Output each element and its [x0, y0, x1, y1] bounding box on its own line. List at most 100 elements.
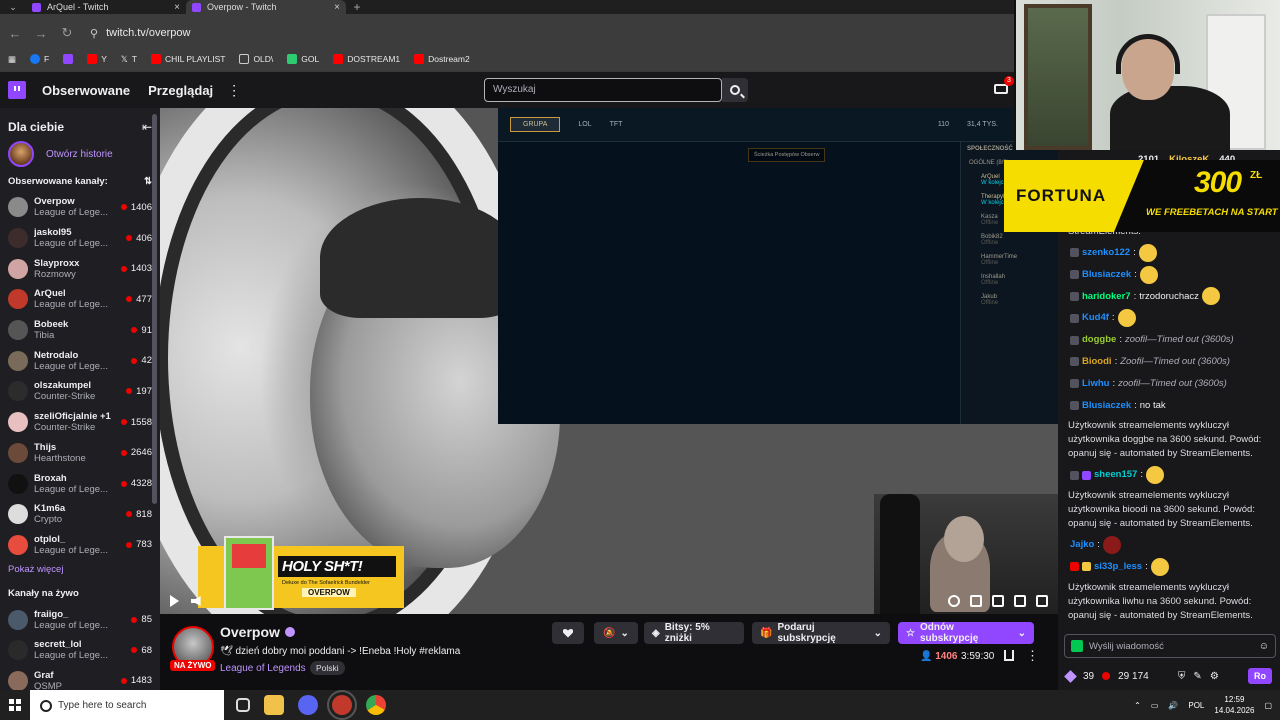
language-tag[interactable]: Polski — [310, 661, 345, 675]
sort-icon[interactable]: ⇅ — [144, 176, 152, 187]
gift-sub-button[interactable]: 🎁 Podaruj subskrypcję ⌄ — [752, 622, 890, 644]
chat-message[interactable]: Kud4f: — [1058, 307, 1280, 329]
emote-picker-icon[interactable]: ☺ — [1259, 641, 1269, 652]
bookmark-chil[interactable]: CHIL PLAYLIST — [150, 54, 225, 64]
share-icon[interactable] — [1004, 650, 1014, 661]
chat-message[interactable]: szenko122: — [1058, 242, 1280, 264]
chat-send-button[interactable]: Ro — [1247, 668, 1272, 684]
twitch-logo-icon[interactable] — [8, 81, 26, 99]
sidebar-channel-item[interactable]: Slayproxx Rozmowy 1403 — [0, 253, 160, 284]
sidebar-channel-item[interactable]: fraiigo_ League of Lege... 85 — [0, 604, 160, 635]
chat-input[interactable]: Wyślij wiadomość ☺ — [1064, 634, 1276, 658]
back-arrow-icon[interactable]: ← — [8, 26, 22, 41]
file-explorer-icon[interactable] — [264, 695, 284, 715]
sidebar-scrollbar[interactable] — [152, 114, 157, 504]
bookmark-t[interactable]: 𝕏T — [121, 54, 137, 65]
channel-points-icon[interactable] — [1064, 669, 1077, 683]
apps-grid-icon[interactable]: ▦ — [8, 54, 16, 65]
sidebar-channel-item[interactable]: K1m6a Crypto 818 — [0, 499, 160, 530]
gear-icon[interactable]: ⚙ — [1210, 671, 1219, 682]
nav-following[interactable]: Obserwowane — [42, 83, 130, 98]
settings-gear-icon[interactable] — [948, 595, 960, 607]
open-history-link[interactable]: Otwórz historie — [46, 149, 113, 160]
chat-message[interactable]: Jajko: — [1058, 534, 1280, 556]
start-button[interactable] — [0, 699, 30, 711]
clock[interactable]: 12:59 14.04.2026 — [1214, 694, 1254, 716]
theatre-mode-icon[interactable] — [970, 595, 982, 607]
search-button[interactable] — [722, 78, 748, 102]
sidebar-channel-item[interactable]: Overpow League of Lege... 1406 — [0, 192, 160, 223]
bookmark-old[interactable]: OLD\ — [239, 54, 273, 64]
chat-message[interactable]: sheen157: — [1058, 464, 1280, 486]
follow-heart-button[interactable] — [552, 622, 584, 644]
forward-arrow-icon[interactable]: → — [34, 26, 48, 41]
chat-username[interactable]: Jajko — [1070, 534, 1094, 556]
sidebar-channel-item[interactable]: ArQuel League of Lege... 477 — [0, 284, 160, 315]
clip-icon[interactable] — [992, 595, 1004, 607]
site-info-icon[interactable]: ⚲ — [90, 27, 98, 40]
obs-icon[interactable] — [327, 690, 357, 720]
sidebar-channel-item[interactable]: Broxah League of Lege... 4328 — [0, 468, 160, 499]
network-icon[interactable]: ▭ — [1151, 701, 1159, 710]
chat-message[interactable]: Bioodi: Zoofil—Timed out (3600s) — [1058, 351, 1280, 373]
bits-button[interactable]: ◈ Bitsy: 5% zniżki — [644, 622, 744, 644]
tab-overpow[interactable]: Overpow - Twitch × — [186, 0, 346, 14]
search-input[interactable]: Wyszukaj — [484, 78, 722, 102]
chat-username[interactable]: sheen157 — [1094, 464, 1137, 486]
shield-icon[interactable]: ⛨ — [1178, 671, 1186, 682]
bookmark-dostream1[interactable]: DOSTREAM1 — [333, 54, 400, 64]
renew-subscription-button[interactable]: ☆ Odnów subskrypcję ⌄ — [898, 622, 1034, 644]
chat-username[interactable]: Blusiaczek — [1082, 264, 1131, 286]
chat-username[interactable]: Kud4f — [1082, 307, 1109, 329]
bookmark-dostream2[interactable]: Dostream2 — [414, 54, 470, 64]
volume-icon[interactable] — [191, 596, 201, 606]
show-more-link[interactable]: Pokaż więcej — [0, 560, 160, 582]
chat-message[interactable]: doggbe: zoofil—Timed out (3600s) — [1058, 329, 1280, 351]
tray-chevron-icon[interactable]: ⌃ — [1134, 701, 1141, 710]
notifications-icon[interactable]: ▢ — [1264, 701, 1272, 710]
channel-name[interactable]: Overpow — [220, 624, 280, 640]
url-field[interactable]: ⚲ twitch.tv/overpow — [90, 27, 190, 40]
more-vertical-icon[interactable]: ⋮ — [227, 82, 241, 99]
play-icon[interactable] — [170, 595, 179, 607]
tab-close-icon[interactable]: × — [174, 2, 180, 13]
more-vertical-icon[interactable]: ⋮ — [1026, 648, 1039, 664]
tab-close-icon[interactable]: × — [334, 2, 340, 13]
nav-browse[interactable]: Przeglądaj — [148, 83, 213, 98]
bits-balance-icon[interactable] — [1102, 672, 1111, 680]
chrome-icon[interactable] — [366, 695, 386, 715]
new-tab-button[interactable]: + — [346, 0, 368, 14]
sidebar-channel-item[interactable]: olszakumpel Counter-Strike 197 — [0, 376, 160, 407]
pen-icon[interactable]: ✎ — [1193, 671, 1201, 682]
discord-icon[interactable] — [298, 695, 318, 715]
sidebar-toggle-icon[interactable] — [1014, 595, 1026, 607]
task-view-icon[interactable] — [236, 698, 250, 712]
fullscreen-icon[interactable] — [1036, 595, 1048, 607]
sidebar-channel-item[interactable]: Netrodalo League of Lege... 42 — [0, 345, 160, 376]
chat-username[interactable]: si33p_less — [1094, 556, 1142, 578]
sidebar-channel-item[interactable]: secrett_lol League of Lege... 68 — [0, 635, 160, 666]
chat-username[interactable]: szenko122 — [1082, 242, 1130, 264]
taskbar-search-input[interactable]: Type here to search — [30, 690, 224, 720]
bookmark-f[interactable]: F — [30, 54, 49, 64]
sidebar-channel-item[interactable]: Thijs Hearthstone 2646 — [0, 438, 160, 469]
video-player[interactable]: GRUPA LOL TFT 110 31,4 TYS. Ścieżka Post… — [160, 108, 1058, 614]
chat-message[interactable]: Liwhu: zoofil—Timed out (3600s) — [1058, 373, 1280, 395]
chat-username[interactable]: haridoker7 — [1082, 286, 1131, 308]
chat-message[interactable]: haridoker7: trzodoruchacz — [1058, 286, 1280, 308]
stream-game-link[interactable]: League of Legends — [220, 663, 306, 674]
chat-username[interactable]: Liwhu — [1082, 373, 1109, 395]
chat-message[interactable]: Blusiaczek: — [1058, 264, 1280, 286]
bookmark-gol[interactable]: GOL — [287, 54, 319, 64]
bookmark-y[interactable]: Y — [87, 54, 107, 64]
collapse-sidebar-icon[interactable]: ⇤ — [142, 120, 152, 134]
sidebar-channel-item[interactable]: Graf QSMP 1483 — [0, 666, 160, 690]
history-row[interactable]: Otwórz historie — [0, 138, 160, 170]
tab-arquel[interactable]: ArQuel - Twitch × — [26, 0, 186, 14]
chat-username[interactable]: Bioodi — [1082, 351, 1112, 373]
language-indicator[interactable]: POL — [1188, 701, 1204, 710]
sidebar-channel-item[interactable]: jaskol95 League of Lege... 406 — [0, 223, 160, 254]
sidebar-channel-item[interactable]: Bobeek Tibia 91 — [0, 315, 160, 346]
bookmark-twitch[interactable] — [63, 54, 74, 64]
sidebar-channel-item[interactable]: otplol_ League of Lege... 783 — [0, 530, 160, 561]
